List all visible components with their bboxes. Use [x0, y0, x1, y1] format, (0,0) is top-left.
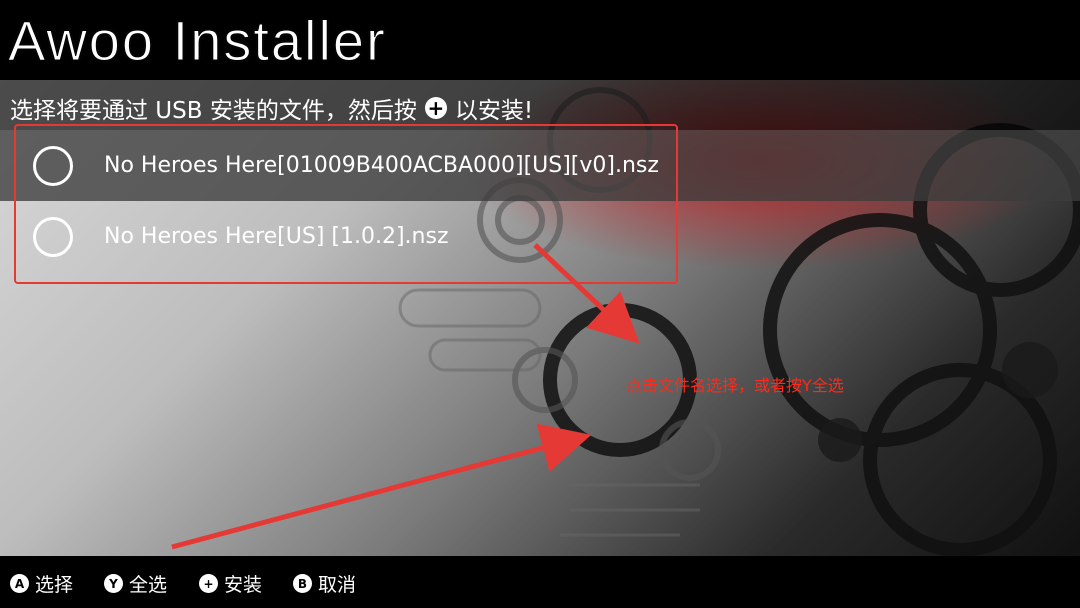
hint-select[interactable]: A 选择 — [10, 570, 73, 597]
hint-cancel[interactable]: B 取消 — [293, 570, 356, 597]
plus-button-icon: + — [199, 574, 218, 593]
y-button-icon: Y — [104, 574, 123, 593]
plus-circle-icon: + — [424, 97, 447, 119]
annotation-text: 点击文件名选择，或者按Y全选 — [626, 376, 844, 395]
hint-label: 选择 — [35, 574, 74, 596]
hint-install[interactable]: + 安装 — [199, 570, 262, 597]
hint-label: 全选 — [129, 574, 168, 596]
annotation-frame — [14, 124, 678, 284]
hint-label: 取消 — [318, 574, 357, 596]
b-button-icon: B — [293, 574, 312, 593]
hint-label: 安装 — [224, 574, 263, 596]
instruction-text: 选择将要通过 USB 安装的文件，然后按 + 以安装! — [10, 91, 533, 125]
title-bar: Awoo Installer — [0, 0, 1080, 80]
a-button-icon: A — [10, 574, 29, 593]
hint-select-all[interactable]: Y 全选 — [104, 570, 167, 597]
app-title: Awoo Installer — [8, 9, 387, 73]
instruction-before: 选择将要通过 USB 安装的文件，然后按 — [10, 98, 417, 124]
instruction-after: 以安装! — [454, 98, 534, 124]
